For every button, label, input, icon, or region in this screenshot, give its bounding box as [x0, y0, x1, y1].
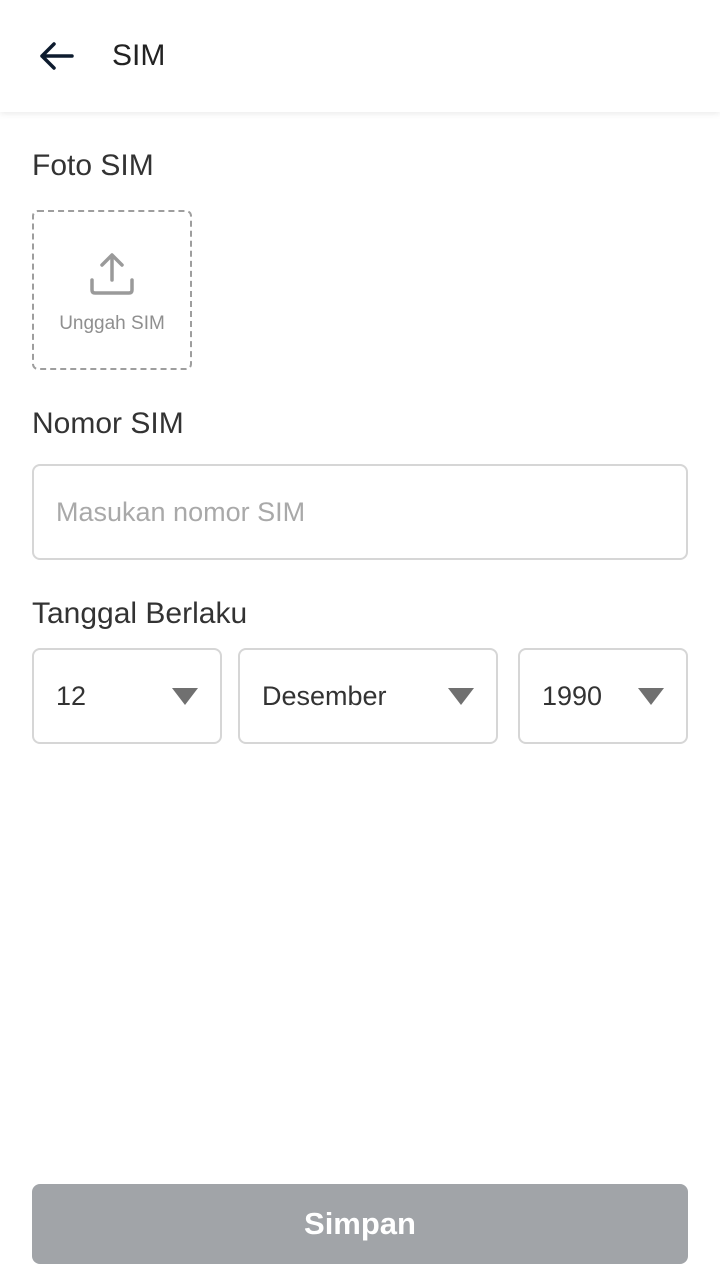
app-header: SIM	[0, 0, 720, 112]
upload-sim-button[interactable]: Unggah SIM	[32, 210, 192, 370]
day-value: 12	[56, 680, 87, 711]
caret-down-icon	[638, 688, 664, 705]
sim-number-label: Nomor SIM	[32, 407, 184, 440]
page-title: SIM	[112, 39, 166, 72]
caret-down-icon	[448, 688, 474, 705]
year-value: 1990	[542, 680, 603, 711]
save-button[interactable]: Simpan	[32, 1184, 688, 1264]
upload-label: Unggah SIM	[59, 313, 165, 334]
sim-number-input[interactable]	[32, 464, 688, 560]
upload-icon	[90, 253, 134, 295]
month-select[interactable]: Desember	[238, 648, 498, 744]
year-select[interactable]: 1990	[518, 648, 688, 744]
arrow-left-icon	[40, 42, 74, 70]
photo-label: Foto SIM	[32, 149, 154, 182]
month-value: Desember	[262, 680, 387, 711]
validity-label: Tanggal Berlaku	[32, 597, 248, 630]
caret-down-icon	[172, 688, 198, 705]
back-button[interactable]	[30, 32, 82, 80]
day-select[interactable]: 12	[32, 648, 222, 744]
sim-form-screen: SIM Foto SIM Unggah SIM Nomor SIM Tangga…	[0, 0, 720, 1280]
